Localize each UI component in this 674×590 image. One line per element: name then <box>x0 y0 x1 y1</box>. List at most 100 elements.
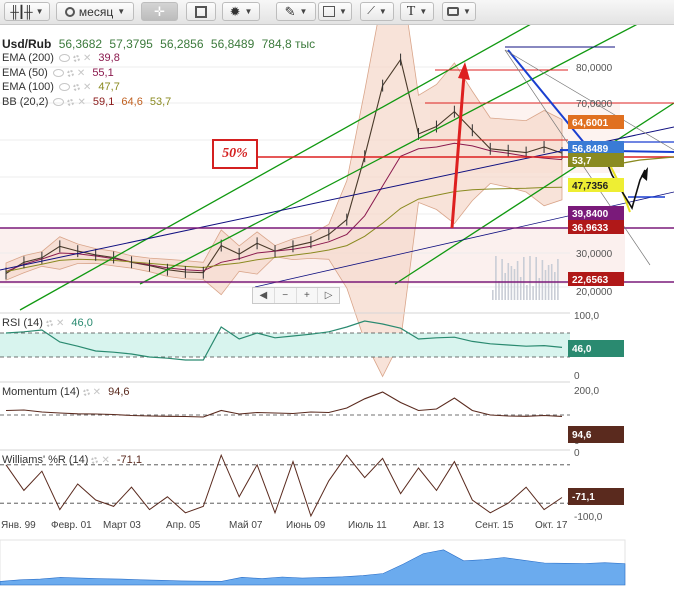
indicator-value: 47,7 <box>98 81 120 93</box>
scroll-left-button[interactable]: ◀ <box>253 288 275 303</box>
chevron-down-icon: ▼ <box>419 7 428 16</box>
volume-bar <box>541 260 544 300</box>
gear-icon[interactable] <box>45 319 53 327</box>
bb-middle-value: 59,1 <box>92 96 115 108</box>
eye-icon[interactable] <box>52 69 64 78</box>
close-icon[interactable]: ✕ <box>93 387 101 398</box>
close-icon[interactable]: ✕ <box>83 53 91 64</box>
open-value: 56,3682 <box>58 37 103 51</box>
rsi-value: 46,0 <box>71 317 93 329</box>
period-label: месяц <box>78 4 114 19</box>
gear-icon[interactable] <box>67 98 75 106</box>
indicators-icon <box>195 5 207 18</box>
gear-icon: ✹ <box>229 3 241 19</box>
chevron-down-icon: ▼ <box>463 7 471 16</box>
eye-icon[interactable] <box>58 54 70 63</box>
shapes-button[interactable]: ▼ <box>318 2 352 21</box>
volume-bar <box>498 281 500 300</box>
indicator-tick-label: 0 <box>574 448 580 459</box>
price-legend: Usd/Rub 56,3682 57,3795 56,2856 56,8489 … <box>2 37 315 51</box>
crosshair-button[interactable]: ✛ <box>141 2 178 21</box>
volume-bar <box>544 270 547 300</box>
chevron-down-icon: ▼ <box>378 7 387 16</box>
clock-icon <box>64 6 75 17</box>
camera-icon <box>447 7 460 16</box>
date-tick-label: Февр. 01 <box>51 520 92 531</box>
indicator-name: EMA (50) <box>2 67 48 79</box>
volume-bar <box>513 269 516 300</box>
screenshot-button[interactable]: ▼ <box>442 2 476 21</box>
fifty-percent-annotation[interactable]: 50% <box>212 139 258 169</box>
chevron-down-icon: ▼ <box>339 7 347 16</box>
indicator-value-text: -71,1 <box>572 492 595 503</box>
indicator-value-text: 46,0 <box>572 344 592 355</box>
volume-bar <box>523 257 525 300</box>
close-icon[interactable]: ✕ <box>77 68 85 79</box>
date-tick-label: Окт. 17 <box>535 520 568 531</box>
zoom-in-button[interactable]: + <box>297 288 319 303</box>
gear-icon[interactable] <box>91 456 99 464</box>
high-value: 57,3795 <box>109 37 153 51</box>
volume-bar <box>516 261 519 300</box>
indicator-tick-label: -100,0 <box>574 512 603 523</box>
legend-ema200: EMA (200) ✕ 39,8 <box>2 52 120 64</box>
text-tool-button[interactable]: T ▼ <box>400 2 434 21</box>
chart-type-button[interactable]: ╫┃╫ ▼ <box>4 2 50 21</box>
indicator-tick-label: 100,0 <box>574 311 599 322</box>
date-tick-label: Май 07 <box>229 520 263 531</box>
rectangle-icon <box>323 6 336 17</box>
chevron-down-icon: ▼ <box>299 7 308 16</box>
volume-bar <box>492 290 494 300</box>
gear-icon[interactable] <box>72 54 80 62</box>
eye-icon[interactable] <box>58 83 70 92</box>
close-icon[interactable]: ✕ <box>56 318 64 329</box>
chart-area[interactable]: 80,0000 70,0000 30,0000 20,0000 100,0 0 200,0 0… <box>0 25 674 590</box>
indicator-value-text: 94,6 <box>572 430 592 441</box>
scroll-right-button[interactable]: ▷ <box>318 288 339 303</box>
close-icon[interactable]: ✕ <box>77 97 85 108</box>
indicator-name: BB (20,2) <box>2 96 49 108</box>
volume-bar <box>554 272 556 300</box>
date-tick-label: Июль 11 <box>348 520 387 531</box>
volume-bar <box>495 256 497 300</box>
fibonacci-icon: ⟋ <box>367 5 375 17</box>
indicator-value: 55,1 <box>92 67 114 79</box>
volume-bar <box>529 256 531 300</box>
gear-icon[interactable] <box>82 388 90 396</box>
date-tick-label: Янв. 99 <box>1 520 36 531</box>
legend-ema100: EMA (100) ✕ 47,7 <box>2 81 120 93</box>
gear-icon[interactable] <box>72 83 80 91</box>
period-select[interactable]: месяц ▼ <box>56 2 134 21</box>
zoom-out-button[interactable]: − <box>275 288 297 303</box>
price-label-text: 22,6563 <box>572 275 609 286</box>
date-tick-label: Авг. 13 <box>413 520 445 531</box>
price-label-text: 64,6001 <box>572 118 609 129</box>
volume-bar <box>504 273 506 300</box>
volume-bar <box>535 257 537 300</box>
chevron-down-icon: ▼ <box>35 7 44 16</box>
gear-icon[interactable] <box>66 69 74 77</box>
volume-bar <box>510 266 513 300</box>
indicator-name: EMA (200) <box>2 52 54 64</box>
draw-line-button[interactable]: ✎ ▼ <box>276 2 316 21</box>
price-label-text: 53,7 <box>572 156 592 167</box>
close-icon[interactable]: ✕ <box>101 455 109 466</box>
settings-button[interactable]: ✹ ▼ <box>222 2 260 21</box>
indicator-value: 39,8 <box>98 52 120 64</box>
chevron-down-icon: ▼ <box>244 7 253 16</box>
williams-legend: Williams' %R (14) ✕ -71,1 <box>2 454 142 466</box>
legend-ema50: EMA (50) ✕ 55,1 <box>2 67 114 79</box>
close-icon[interactable]: ✕ <box>83 82 91 93</box>
indicators-button[interactable] <box>186 2 216 21</box>
eye-icon[interactable] <box>53 98 65 107</box>
bb-lower-value: 53,7 <box>149 96 172 108</box>
legend-bb: BB (20,2) ✕ 59,1 64,6 53,7 <box>2 96 171 108</box>
fib-tools-button[interactable]: ⟋ ▼ <box>360 2 394 21</box>
text-icon: T <box>406 3 416 19</box>
indicator-name: EMA (100) <box>2 81 54 93</box>
price-label-text: 39,8400 <box>572 209 609 220</box>
momentum-title: Momentum (14) <box>2 386 80 398</box>
price-label-text: 36,9633 <box>572 223 609 234</box>
indicator-tick-label: 200,0 <box>574 386 599 397</box>
toolbar: ╫┃╫ ▼ месяц ▼ ✛ ✹ ▼ ✎ ▼ ▼ ⟋ ▼ T ▼ ▼ <box>0 0 674 25</box>
